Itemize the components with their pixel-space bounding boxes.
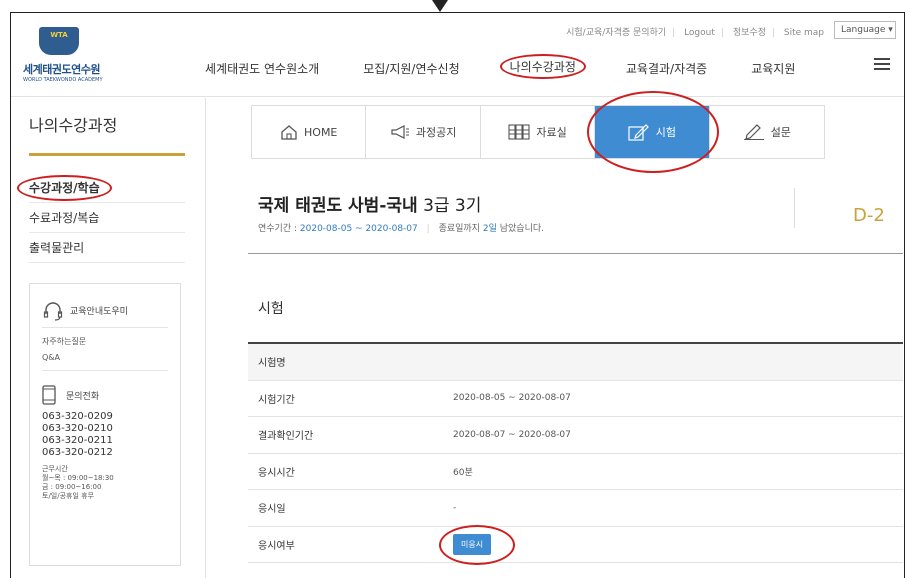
row-value: 2020-08-05 ~ 2020-08-07 (453, 393, 571, 404)
main-nav: 세계태권도 연수원소개 모집/지원/연수신청 나의수강과정 교육결과/자격증 교… (201, 54, 835, 79)
sidebar-menu: 수강과정/학습 수료과정/복습 출력물관리 (17, 173, 185, 263)
remaining-post: 남았습니다. (499, 224, 544, 234)
exam-section-title: 시험 (258, 301, 284, 317)
phone-number: 063-320-0211 (42, 435, 113, 446)
grid-icon (508, 124, 530, 140)
tab-label: 자료실 (536, 126, 567, 139)
table-row: 시험명 (248, 344, 903, 381)
edit-icon (628, 124, 649, 141)
pencil-icon (743, 124, 764, 140)
help-header: 교육안내도우미 (42, 294, 168, 328)
period-label: 연수기간 : (258, 224, 298, 234)
sidebar-item-label: 수강과정/학습 (17, 175, 112, 201)
help-box: 교육안내도우미 자주하는질문 Q&A 문의전화 063-320-0209 063… (29, 283, 181, 566)
sidebar-item-review[interactable]: 수료과정/복습 (29, 203, 185, 233)
row-label: 결과확인기간 (258, 431, 314, 443)
header-divider (794, 188, 795, 228)
dday-counter: D-2 (853, 205, 885, 226)
tab-label: 설문 (770, 126, 791, 139)
logo[interactable]: WTA 세계태권도연수원 WORLD TAEKWONDO ACADEMY (23, 27, 103, 87)
row-value: 2020-08-07 ~ 2020-08-07 (453, 429, 571, 440)
logo-emblem: WTA (39, 27, 79, 55)
course-period: 연수기간 : 2020-08-05 ~ 2020-08-07 | 종료일까지 2… (258, 224, 544, 234)
faq-link[interactable]: 자주하는질문 (42, 336, 168, 347)
sidebar: 나의수강과정 수강과정/학습 수료과정/복습 출력물관리 교육안내도우미 자주하… (11, 98, 206, 578)
course-title-bold: 국제 태권도 사범-국내 (258, 196, 418, 216)
help-title: 교육안내도우미 (70, 307, 128, 317)
nav-item-results[interactable]: 교육결과/자격증 (622, 58, 711, 79)
phone-list: 063-320-0209 063-320-0210 063-320-0211 0… (42, 411, 168, 459)
logo-subtitle: WORLD TAEKWONDO ACADEMY (23, 77, 103, 83)
menu-icon[interactable] (874, 58, 890, 70)
row-label: 응시시간 (258, 467, 295, 479)
row-label: 응시여부 (258, 540, 295, 552)
phone-number: 063-320-0212 (42, 447, 113, 458)
office-hours: 근무시간 월~목 : 09:00~18:30 금 : 09:00~16:00 토… (42, 465, 168, 501)
phone-icon (42, 385, 56, 405)
headset-icon (43, 301, 63, 321)
util-link-inquiry[interactable]: 시험/교육/자격증 문의하기 (566, 28, 666, 38)
tab-exam[interactable]: 시험 (587, 91, 720, 173)
arrow-marker (432, 0, 448, 12)
course-title: 국제 태권도 사범-국내 3급 3기 (258, 191, 481, 216)
logo-emblem-text: WTA (50, 31, 68, 39)
table-row: 시험기간 2020-08-05 ~ 2020-08-07 (248, 381, 903, 417)
language-select[interactable]: Language ▾ (834, 21, 896, 39)
row-label: 시험명 (258, 358, 286, 370)
course-tabs: HOME 과정공지 자료실 시험 설문 (251, 91, 825, 173)
logo-name: 세계태권도연수원 (23, 63, 100, 76)
hours-line: 금 : 09:00~16:00 (42, 483, 102, 491)
section-divider (248, 253, 903, 254)
tab-label: 시험 (655, 126, 677, 139)
hours-line: 토/일/공휴일 휴무 (42, 492, 95, 500)
util-link-sitemap[interactable]: Site map (784, 28, 824, 38)
nav-item-support[interactable]: 교육지원 (747, 58, 799, 79)
nav-item-apply[interactable]: 모집/지원/연수신청 (359, 58, 463, 79)
phone-number: 063-320-0210 (42, 423, 113, 434)
row-value: - (453, 502, 457, 513)
remaining-pre: 종료일까지 (438, 224, 480, 234)
nav-item-my-courses[interactable]: 나의수강과정 (499, 54, 586, 79)
sidebar-divider (29, 153, 185, 156)
home-icon (281, 125, 297, 140)
sidebar-item-learning[interactable]: 수강과정/학습 (17, 173, 185, 203)
tab-notice[interactable]: 과정공지 (366, 106, 481, 158)
phone-number: 063-320-0209 (42, 411, 113, 422)
util-link-profile[interactable]: 정보수정 (733, 28, 766, 38)
row-label: 응시일 (258, 504, 286, 516)
tab-label: 과정공지 (415, 126, 457, 139)
table-row: 응시여부 미응시 (248, 524, 903, 565)
row-value: 60분 (453, 467, 473, 478)
hours-line: 근무시간 (42, 465, 68, 473)
exam-table: 시험명 시험기간 2020-08-05 ~ 2020-08-07 결과확인기간 … (248, 342, 903, 565)
row-label: 시험기간 (258, 394, 295, 406)
util-link-logout[interactable]: Logout (684, 28, 715, 38)
table-row: 응시일 - (248, 490, 903, 527)
tab-resources[interactable]: 자료실 (481, 106, 596, 158)
browser-page: WTA 세계태권도연수원 WORLD TAEKWONDO ACADEMY 시험/… (10, 12, 905, 578)
tab-survey[interactable]: 설문 (710, 106, 824, 158)
period-dates: 2020-08-05 ~ 2020-08-07 (299, 224, 418, 234)
nav-item-about[interactable]: 세계태권도 연수원소개 (201, 58, 323, 79)
phone-header: 문의전화 (42, 385, 168, 405)
course-title-rest: 3급 3기 (423, 196, 482, 216)
hours-line: 월~목 : 09:00~18:30 (42, 474, 114, 482)
tab-home[interactable]: HOME (252, 106, 367, 158)
utility-links: 시험/교육/자격증 문의하기 | Logout | 정보수정 | Site map (566, 28, 824, 38)
take-exam-button[interactable]: 미응시 (438, 524, 516, 565)
qna-link[interactable]: Q&A (42, 353, 168, 371)
tab-label: HOME (304, 125, 338, 139)
table-row: 응시시간 60분 (248, 454, 903, 490)
sidebar-item-print[interactable]: 출력물관리 (29, 233, 185, 263)
remaining-days: 2일 (482, 224, 497, 234)
megaphone-icon (391, 125, 409, 139)
phone-title: 문의전화 (66, 391, 100, 402)
row-value: 미응시 (438, 524, 516, 565)
sidebar-title: 나의수강과정 (29, 116, 118, 135)
site-header: WTA 세계태권도연수원 WORLD TAEKWONDO ACADEMY 시험/… (11, 13, 904, 97)
table-row: 결과확인기간 2020-08-07 ~ 2020-08-07 (248, 417, 903, 454)
